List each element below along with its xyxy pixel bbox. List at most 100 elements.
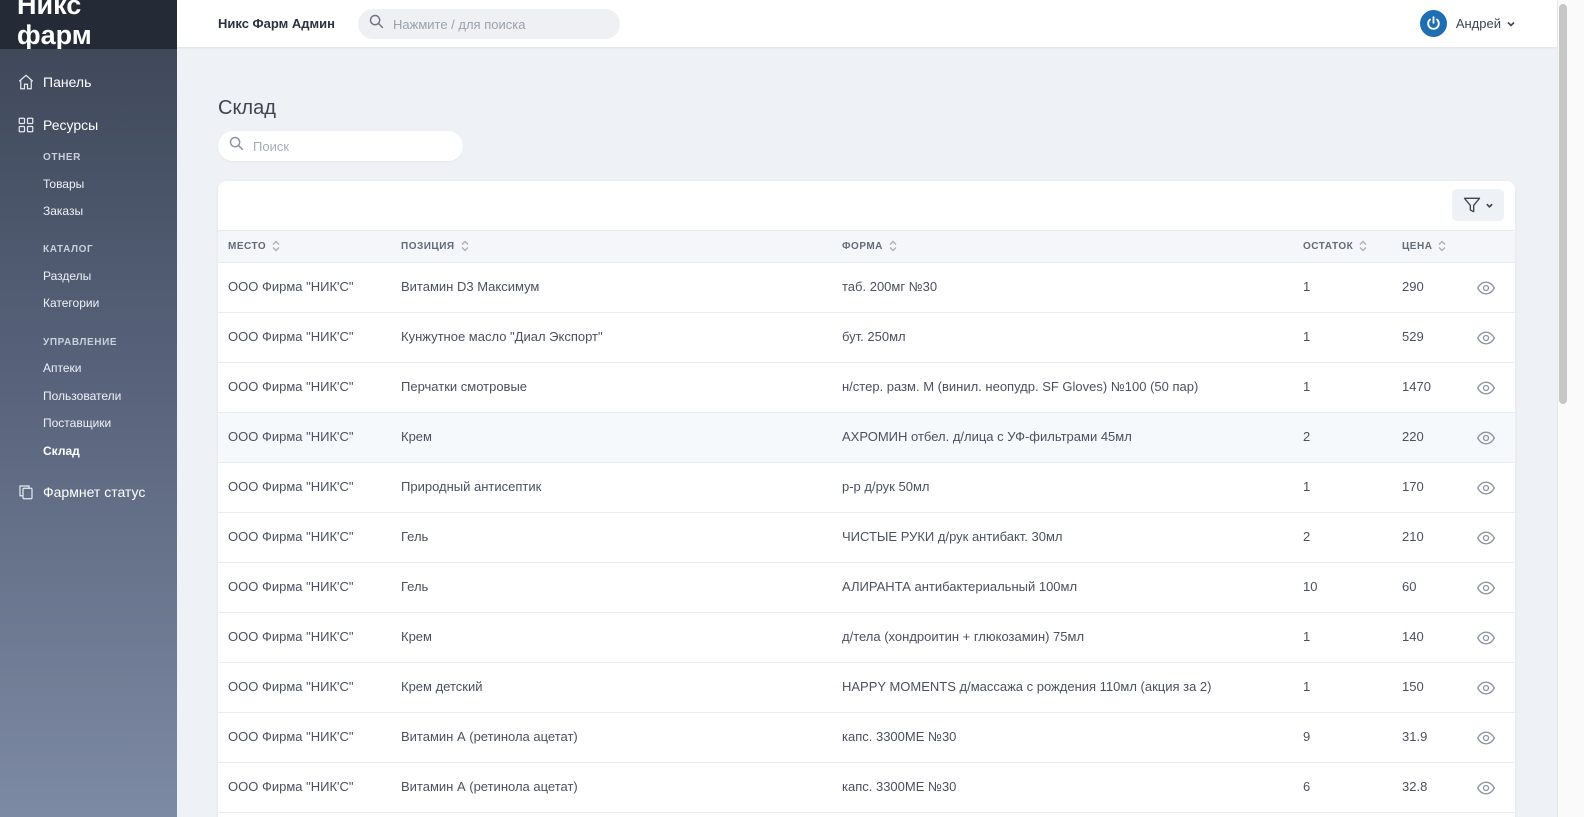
- top-header: Никс Фарм Админ Андрей: [177, 0, 1557, 47]
- cell-place: ООО Фирма "НИК'С": [228, 679, 354, 694]
- cell-stock: 10: [1303, 579, 1318, 594]
- logo-text: Никс фарм: [17, 0, 92, 49]
- eye-icon[interactable]: [1476, 578, 1496, 598]
- cell-place: ООО Фирма "НИК'С": [228, 279, 354, 294]
- cell-price: 529: [1402, 329, 1424, 344]
- sidebar-section-heading: Каталог: [43, 244, 94, 255]
- table-row[interactable]: ООО Фирма "НИК'С" Витамин D3 Максимум таб.…: [218, 263, 1515, 313]
- sidebar-item-label: Фармнет статус: [43, 484, 146, 500]
- eye-icon[interactable]: [1476, 478, 1496, 498]
- cell-place: ООО Фирма "НИК'С": [228, 429, 354, 444]
- sidebar-item-suppliers[interactable]: Поставщики: [43, 415, 111, 431]
- page-title: Склад: [218, 97, 276, 119]
- sidebar-item-sections[interactable]: Разделы: [43, 268, 91, 284]
- table-row[interactable]: ООО Фирма "НИК'С" Природный антисептик р-р…: [218, 463, 1515, 513]
- cell-position: Витамин А (ретинола ацетат): [401, 779, 578, 794]
- table-row[interactable]: ООО Фирма "НИК'С" Крем д/тела (хондроитин …: [218, 613, 1515, 663]
- eye-icon[interactable]: [1476, 528, 1496, 548]
- global-search[interactable]: [358, 9, 620, 39]
- scrollbar-thumb[interactable]: [1559, 4, 1567, 404]
- sort-icon: [461, 240, 469, 252]
- filter-button[interactable]: [1452, 189, 1504, 221]
- brand-title[interactable]: Никс Фарм Админ: [218, 16, 335, 31]
- eye-icon[interactable]: [1476, 728, 1496, 748]
- logo[interactable]: Никс фарм: [0, 0, 177, 49]
- cell-price: 220: [1402, 429, 1424, 444]
- grid-icon: [17, 116, 35, 134]
- sidebar-item-resources[interactable]: Ресурсы: [17, 114, 98, 136]
- cell-stock: 2: [1303, 429, 1311, 444]
- sidebar-item-farmnet-status[interactable]: Фармнет статус: [17, 481, 145, 503]
- column-header-position[interactable]: Позиция: [401, 240, 469, 252]
- table-card: Место Позиция Форма Остаток Цена ООО Фир…: [218, 181, 1515, 817]
- page-scrollbar[interactable]: [1557, 0, 1584, 817]
- user-menu[interactable]: Андрей: [1419, 10, 1516, 37]
- eye-icon[interactable]: [1476, 778, 1496, 798]
- filter-icon: [1463, 197, 1481, 213]
- sort-icon: [1438, 240, 1446, 252]
- table-row[interactable]: ООО Фирма "НИК'С" Витамин А (ретинола аце…: [218, 713, 1515, 763]
- table-row[interactable]: ООО Фирма "НИК'С" Гель АЛИРАНТА антибактер…: [218, 563, 1515, 613]
- cell-form: АЛИРАНТА антибактериальный 100мл: [842, 579, 1078, 594]
- sidebar-item-panel[interactable]: Панель: [17, 71, 91, 93]
- sort-icon: [1359, 240, 1367, 252]
- chevron-down-icon: [1486, 203, 1493, 208]
- table-row[interactable]: ООО Фирма "НИК'С" Крем детский HAPPY MOMEN…: [218, 663, 1515, 713]
- table-row[interactable]: ООО Фирма "НИК'С" Кунжутное масло "Диал Э…: [218, 313, 1515, 363]
- cell-place: ООО Фирма "НИК'С": [228, 479, 354, 494]
- cell-price: 150: [1402, 679, 1424, 694]
- eye-icon[interactable]: [1476, 428, 1496, 448]
- eye-icon[interactable]: [1476, 328, 1496, 348]
- sidebar-item-label: Ресурсы: [43, 117, 99, 133]
- column-header-form[interactable]: Форма: [842, 240, 897, 252]
- sidebar-item-warehouse[interactable]: Склад: [43, 443, 80, 459]
- cell-stock: 1: [1303, 629, 1311, 644]
- global-search-input[interactable]: [393, 16, 603, 32]
- sidebar-section-heading: Other: [43, 152, 81, 163]
- column-header-stock[interactable]: Остаток: [1303, 240, 1367, 252]
- cell-price: 31.9: [1402, 729, 1428, 744]
- eye-icon[interactable]: [1476, 378, 1496, 398]
- cell-position: Гель: [401, 579, 429, 594]
- sidebar-item-categories[interactable]: Категории: [43, 295, 99, 311]
- search-icon: [228, 135, 245, 157]
- cell-price: 290: [1402, 279, 1424, 294]
- cell-place: ООО Фирма "НИК'С": [228, 579, 354, 594]
- cell-place: ООО Фирма "НИК'С": [228, 779, 354, 794]
- sidebar-section-heading: Управление: [43, 337, 118, 348]
- cell-price: 170: [1402, 479, 1424, 494]
- table-row[interactable]: ООО Фирма "НИК'С" Крем АХРОМИН отбел. д/ли…: [218, 413, 1515, 463]
- column-label: Остаток: [1303, 240, 1354, 252]
- sidebar-item-users[interactable]: Пользователи: [43, 388, 121, 404]
- cell-form: АХРОМИН отбел. д/лица с УФ-фильтрами 45м…: [842, 429, 1132, 444]
- cell-position: Крем: [401, 629, 432, 644]
- sidebar-item-orders[interactable]: Заказы: [43, 203, 83, 219]
- sidebar-item-pharmacies[interactable]: Аптеки: [43, 360, 82, 376]
- cell-position: Гель: [401, 529, 429, 544]
- table-row[interactable]: ООО Фирма "НИК'С" Витамин А (ретинола аце…: [218, 763, 1515, 813]
- user-name: Андрей: [1455, 16, 1501, 31]
- sidebar-item-products[interactable]: Товары: [43, 176, 84, 192]
- table-row[interactable]: ООО Фирма "НИК'С" Перчатки смотровые н/сте…: [218, 363, 1515, 413]
- table-search[interactable]: [218, 131, 463, 161]
- cell-position: Витамин А (ретинола ацетат): [401, 729, 578, 744]
- eye-icon[interactable]: [1476, 678, 1496, 698]
- cell-form: HAPPY MOMENTS д/массажа с рождения 110мл…: [842, 679, 1212, 694]
- eye-icon[interactable]: [1476, 628, 1496, 648]
- cell-price: 60: [1402, 579, 1417, 594]
- power-icon: [1419, 10, 1447, 37]
- cell-stock: 1: [1303, 279, 1311, 294]
- sort-icon: [889, 240, 897, 252]
- cell-stock: 9: [1303, 729, 1311, 744]
- cell-place: ООО Фирма "НИК'С": [228, 629, 354, 644]
- cell-price: 1470: [1402, 379, 1431, 394]
- cell-form: р-р д/рук 50мл: [842, 479, 930, 494]
- search-input[interactable]: [253, 138, 453, 154]
- table-row[interactable]: ООО Фирма "НИК'С" Гель ЧИСТЫЕ РУКИ д/рук а…: [218, 513, 1515, 563]
- eye-icon[interactable]: [1476, 278, 1496, 298]
- cell-price: 32.8: [1402, 779, 1428, 794]
- cell-form: д/тела (хондроитин + глюкозамин) 75мл: [842, 629, 1085, 644]
- column-header-price[interactable]: Цена: [1402, 240, 1446, 252]
- column-label: Цена: [1402, 240, 1433, 252]
- column-header-place[interactable]: Место: [228, 240, 280, 252]
